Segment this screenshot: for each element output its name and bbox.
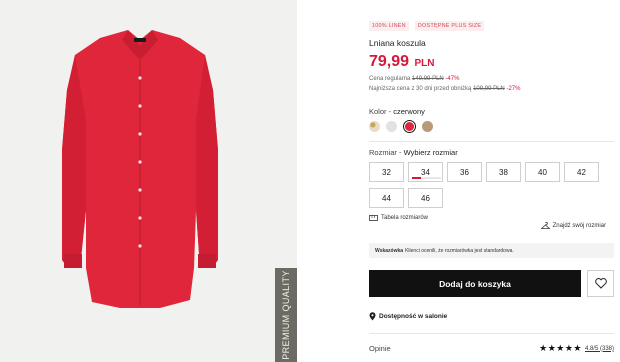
- size-option-label: 42: [577, 167, 586, 177]
- size-option-38[interactable]: 38: [486, 162, 521, 182]
- product-image[interactable]: PREMIUM QUALITY: [0, 0, 297, 362]
- swatch-camel[interactable]: [422, 121, 433, 132]
- ruler-icon: [369, 215, 378, 221]
- size-label: Rozmiar - Wybierz rozmiar: [369, 148, 458, 157]
- swatch-red[interactable]: [403, 120, 416, 133]
- regular-price-line: Cena regularna 149,99 PLN -47%: [369, 76, 459, 82]
- low-stock-indicator: [412, 177, 441, 179]
- divider: [369, 141, 614, 142]
- size-table-label: Tabela rozmiarów: [381, 215, 429, 221]
- size-option-42[interactable]: 42: [564, 162, 599, 182]
- tip-title: Wskazówka: [375, 247, 404, 254]
- color-selected: czerwony: [393, 107, 425, 116]
- size-option-34[interactable]: 34: [408, 162, 443, 182]
- size-option-46[interactable]: 46: [408, 188, 443, 208]
- find-size-label: Znajdź swój rozmiar: [552, 223, 606, 229]
- divider: [369, 333, 614, 334]
- size-option-label: 36: [460, 167, 469, 177]
- swatch-beige-floral[interactable]: [369, 121, 380, 132]
- badge-row: 100% LINEN DOSTĘPNE PLUS SIZE: [369, 21, 485, 31]
- premium-quality-label: PREMIUM QUALITY: [281, 270, 291, 360]
- regular-price-label: Cena regularna: [369, 76, 411, 82]
- size-option-32[interactable]: 32: [369, 162, 404, 182]
- size-tip: Wskazówka Klienci ocenili, że rozmiarówk…: [369, 243, 614, 258]
- regular-price-value: 149,99 PLN: [412, 76, 444, 82]
- lowest-price-label: Najniższa cena z 30 dni przed obniżką: [369, 86, 472, 92]
- price-value: 79,99: [369, 53, 410, 70]
- badge-plus-size: DOSTĘPNE PLUS SIZE: [414, 21, 485, 31]
- size-option-label: 32: [382, 167, 391, 177]
- tip-text: Klienci ocenili, że rozmiarówka jest sta…: [405, 247, 514, 254]
- size-option-40[interactable]: 40: [525, 162, 560, 182]
- size-label-text: Rozmiar: [369, 148, 397, 157]
- product-details-panel: 100% LINEN DOSTĘPNE PLUS SIZE Lniana kos…: [297, 0, 620, 362]
- size-option-label: 46: [421, 193, 430, 203]
- wishlist-button[interactable]: [587, 270, 614, 297]
- store-availability-link[interactable]: Dostępność w salonie: [369, 312, 447, 321]
- availability-label: Dostępność w salonie: [379, 313, 448, 320]
- price-currency: PLN: [414, 58, 435, 69]
- badge-linen: 100% LINEN: [369, 21, 409, 31]
- lowest-price-line: Najniższa cena z 30 dni przed obniżką 10…: [369, 86, 520, 92]
- reviews-label[interactable]: Opinie: [369, 344, 391, 353]
- add-to-cart-button[interactable]: Dodaj do koszyka: [369, 270, 581, 297]
- color-label: Kolor - czerwony: [369, 107, 425, 116]
- size-table-link[interactable]: Tabela rozmiarów: [369, 215, 428, 221]
- swatch-light-grey[interactable]: [386, 121, 397, 132]
- size-option-label: 38: [499, 167, 508, 177]
- rating-value: 4.8/5 (338): [584, 345, 614, 352]
- location-pin-icon: [369, 312, 376, 321]
- find-size-link[interactable]: Znajdź swój rozmiar: [540, 222, 606, 230]
- color-swatches: [369, 120, 433, 133]
- lowest-discount: -27%: [506, 86, 521, 92]
- size-option-44[interactable]: 44: [369, 188, 404, 208]
- size-option-label: 44: [382, 193, 391, 203]
- hanger-icon: [540, 222, 550, 229]
- shirt-illustration: [62, 30, 218, 308]
- size-prompt: Wybierz rozmiar: [403, 148, 458, 157]
- star-rating-icon: ★★★★★: [539, 343, 582, 353]
- product-price: 79,99 PLN: [369, 53, 435, 71]
- size-option-label: 40: [538, 167, 547, 177]
- size-option-36[interactable]: 36: [447, 162, 482, 182]
- regular-discount: -47%: [445, 76, 460, 82]
- lowest-price-value: 109,99 PLN: [473, 86, 505, 92]
- rating-summary[interactable]: ★★★★★ 4.8/5 (338): [539, 343, 614, 354]
- color-label-text: Kolor: [369, 107, 387, 116]
- heart-icon: [594, 278, 607, 289]
- size-option-label: 34: [421, 167, 430, 177]
- product-title: Lniana koszula: [369, 38, 426, 48]
